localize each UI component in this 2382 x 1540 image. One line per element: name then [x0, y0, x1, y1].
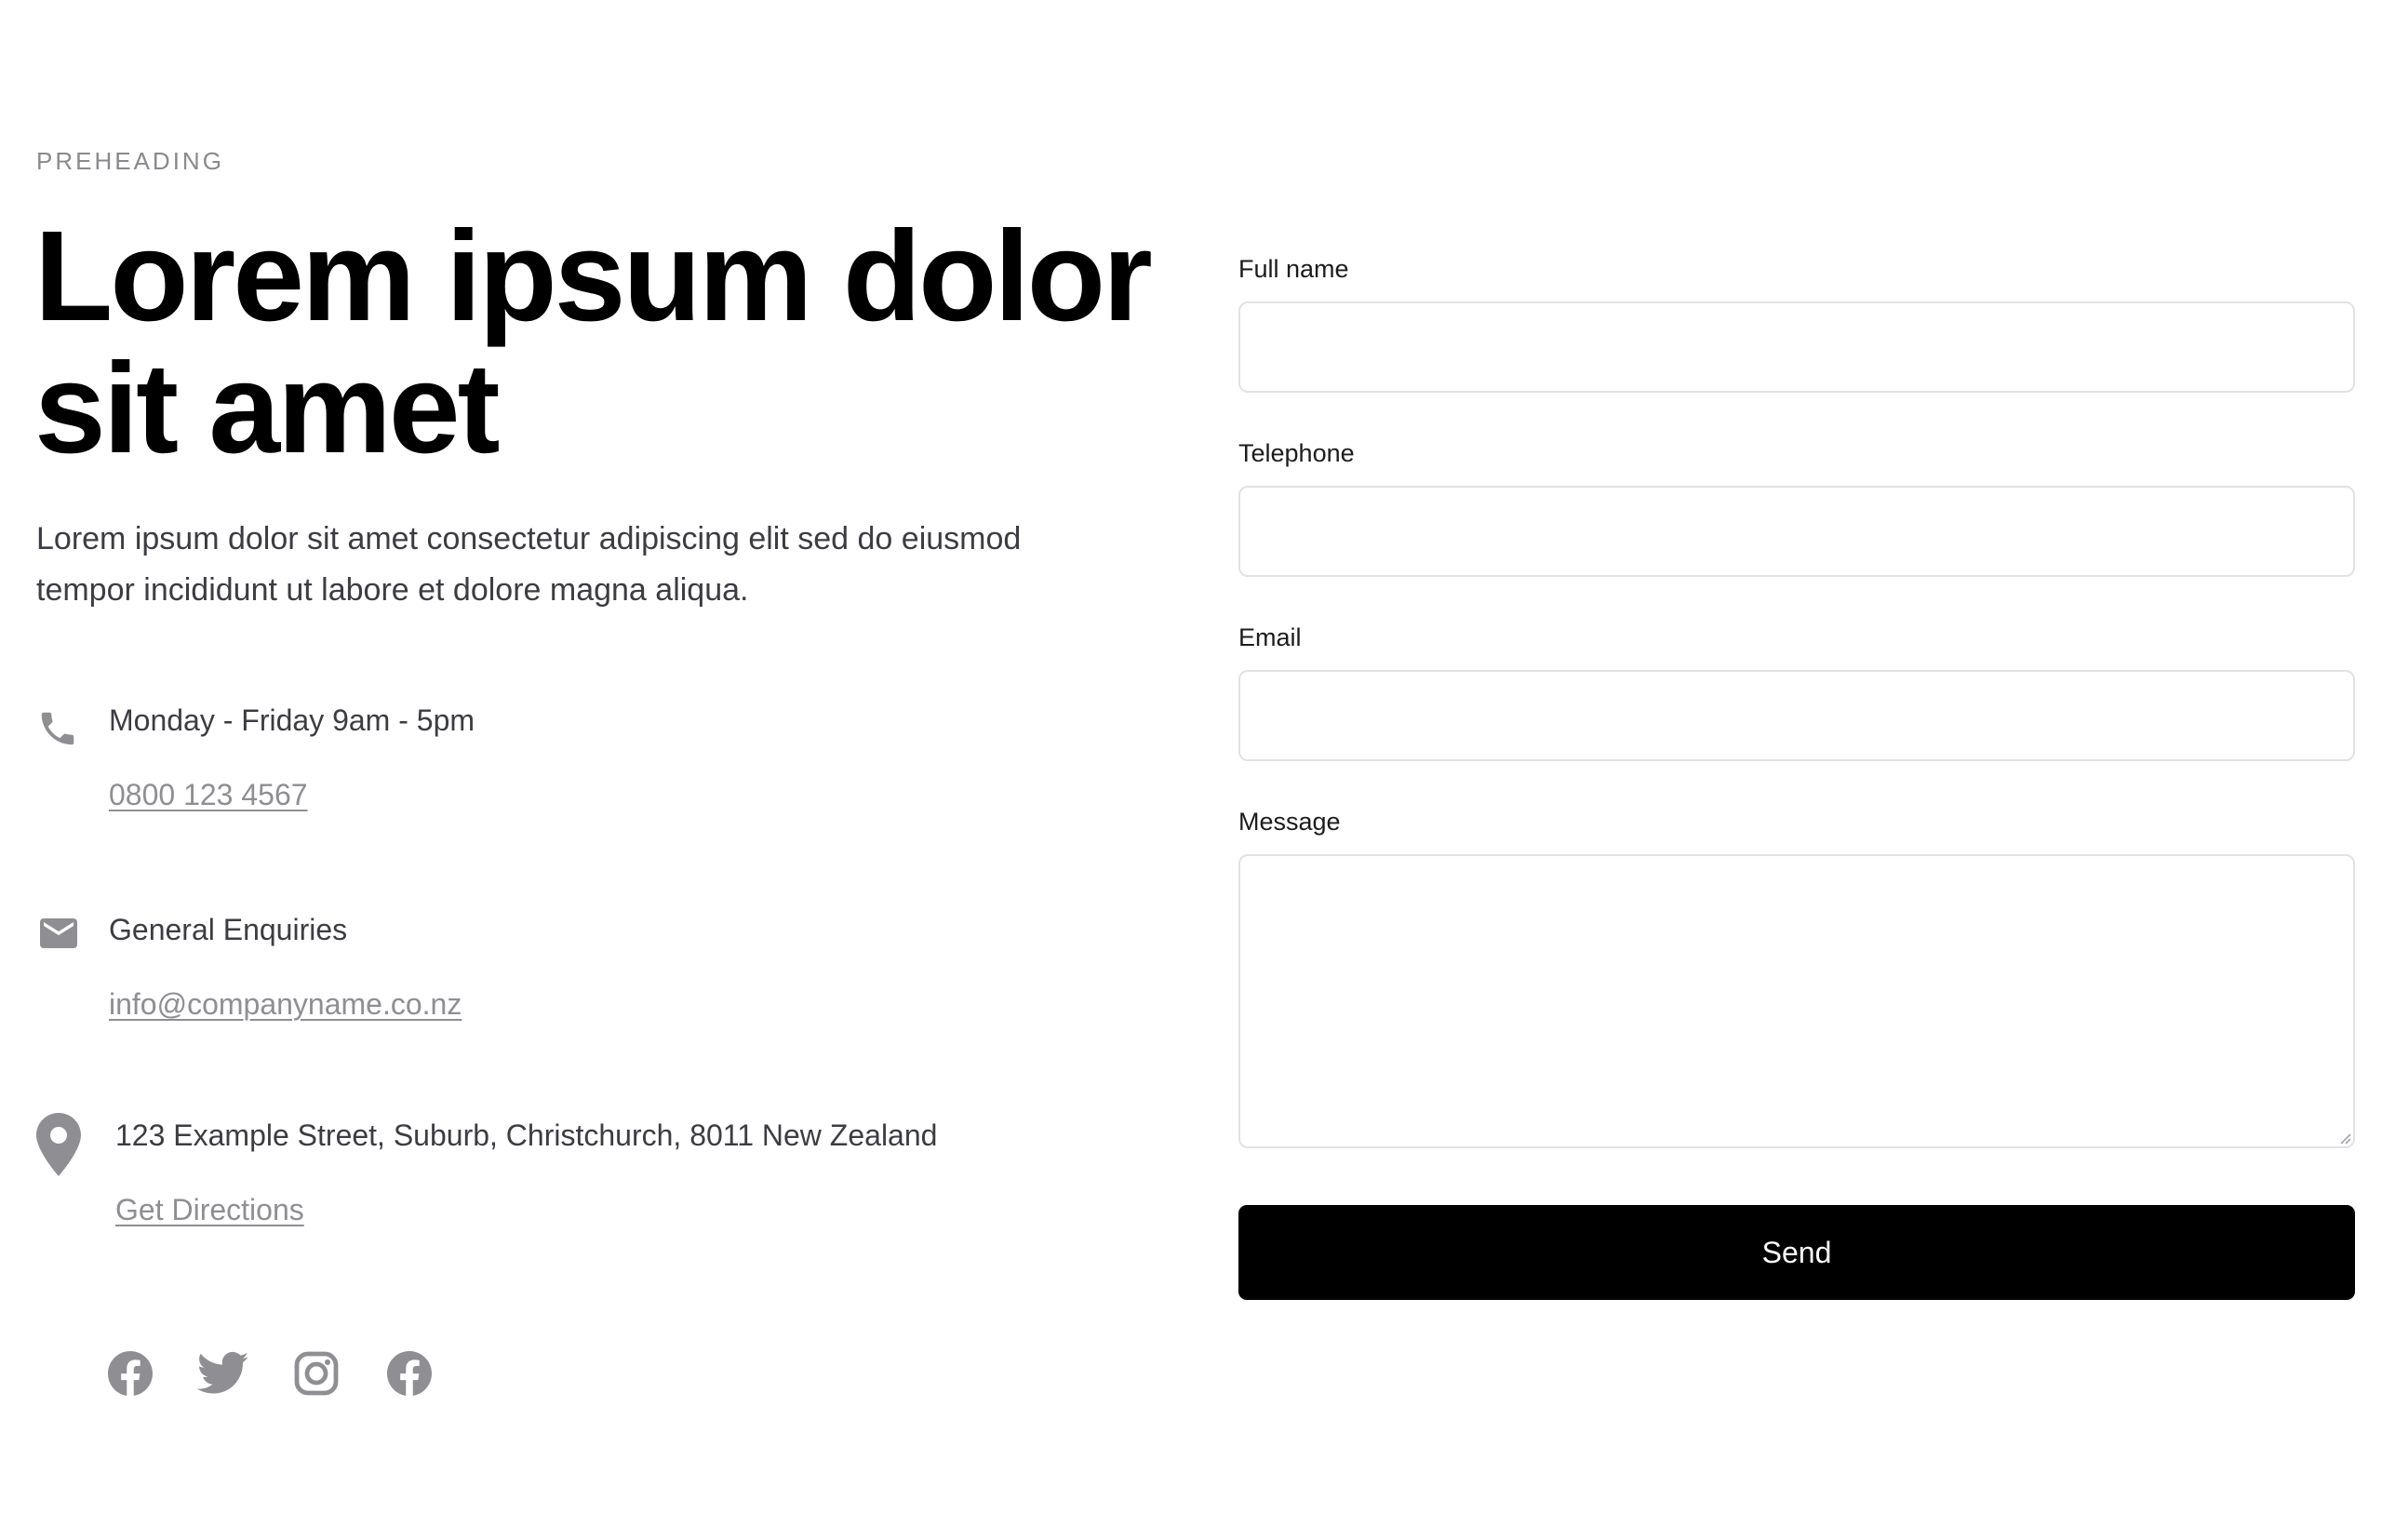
contact-phone: Monday - Friday 9am - 5pm 0800 123 4567: [36, 703, 1134, 824]
preheading: PREHEADING: [36, 147, 224, 175]
facebook-icon: [387, 1351, 432, 1396]
contact-email: General Enquiries info@companyname.co.nz: [36, 911, 1134, 1032]
facebook-icon: [108, 1351, 153, 1396]
hero-description: Lorem ipsum dolor sit amet consectetur a…: [36, 521, 1022, 608]
message-textarea[interactable]: [1238, 854, 2355, 1148]
phone-number-link[interactable]: 0800 123 4567: [109, 778, 308, 812]
resize-handle-icon[interactable]: [2336, 1130, 2351, 1145]
twitter-icon: [197, 1351, 249, 1394]
message-field-wrapper: [1238, 854, 2355, 1148]
social-links: [108, 1351, 499, 1399]
phone-hours-label: Monday - Friday 9am - 5pm: [109, 703, 475, 737]
telephone-label: Telephone: [1238, 439, 1355, 467]
full-name-input[interactable]: [1238, 301, 2355, 393]
full-name-label: Full name: [1238, 255, 1349, 283]
message-label: Message: [1238, 808, 1341, 836]
telephone-input[interactable]: [1238, 486, 2355, 577]
map-pin-icon: [36, 1113, 81, 1176]
address-label: 123 Example Street, Suburb, Christchurch…: [115, 1118, 938, 1152]
mail-icon: [40, 918, 77, 948]
send-button[interactable]: Send: [1238, 1205, 2355, 1300]
instagram-icon: [294, 1351, 339, 1396]
phone-icon: [41, 712, 74, 745]
email-label: Email: [1238, 623, 1302, 651]
email-link[interactable]: info@companyname.co.nz: [109, 987, 462, 1022]
get-directions-link[interactable]: Get Directions: [115, 1193, 304, 1227]
page-title: Lorem ipsum dolor sit amet: [34, 205, 1153, 480]
general-enquiries-label: General Enquiries: [109, 913, 348, 946]
email-input[interactable]: [1238, 670, 2355, 761]
contact-address: 123 Example Street, Suburb, Christchurch…: [36, 1113, 1134, 1238]
